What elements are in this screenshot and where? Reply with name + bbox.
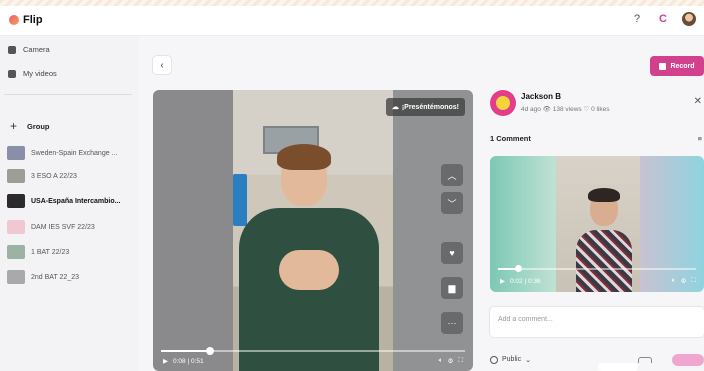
- volume-icon[interactable]: 🔈︎: [439, 357, 443, 365]
- video-progress-fill: [161, 350, 210, 352]
- group-label: 2nd BAT 22_23: [31, 273, 80, 281]
- author-info: Jackson B 4d ago 👁 138 views ♡ 0 likes ✕: [490, 90, 704, 120]
- user-avatar[interactable]: [682, 12, 696, 26]
- group-label: 3 ESO A 22/23: [31, 172, 77, 180]
- sidebar-divider: [4, 94, 132, 95]
- comments-count: 1 Comment: [490, 134, 531, 143]
- app-name: Flip: [23, 14, 43, 26]
- filter-icon[interactable]: ≡: [698, 134, 702, 143]
- comment-progress-bar[interactable]: [498, 265, 696, 272]
- like-button[interactable]: ♥: [441, 242, 463, 264]
- person-hair: [277, 144, 331, 170]
- settings-icon[interactable]: ⚙: [681, 277, 687, 285]
- add-comment-input[interactable]: [498, 316, 688, 323]
- group-label: DAM IES SVF 22/23: [31, 223, 95, 231]
- more-icon: ···: [447, 318, 457, 328]
- back-button[interactable]: ‹: [153, 56, 171, 74]
- sidebar-group-item-active[interactable]: USA-España Intercambio...: [7, 194, 137, 208]
- comment-video-controls: ▶ 0:02 | 0:36 🔈︎ ⚙ ⛶: [500, 277, 696, 285]
- globe-icon: [490, 355, 498, 364]
- visibility-select[interactable]: Public: [502, 356, 521, 363]
- close-icon[interactable]: ✕: [694, 96, 702, 107]
- group-thumbnail: [7, 245, 25, 259]
- group-thumbnail: [7, 169, 25, 183]
- comment-video[interactable]: ▶ 0:02 | 0:36 🔈︎ ⚙ ⛶: [490, 156, 704, 292]
- tag-icon: ☁: [391, 104, 399, 111]
- flip-logo-icon: [9, 15, 19, 25]
- group-header-label: Group: [27, 121, 50, 131]
- chevron-up-icon: ︿: [447, 170, 457, 181]
- video-meta: 4d ago 👁 138 views ♡ 0 likes: [521, 106, 610, 113]
- sidebar-item-my-videos[interactable]: My videos: [8, 69, 57, 78]
- more-button[interactable]: ···: [441, 312, 463, 334]
- camera-icon[interactable]: [638, 356, 652, 363]
- add-comment-box[interactable]: [490, 307, 704, 337]
- group-thumbnail: [7, 270, 25, 284]
- sidebar-group-item[interactable]: Sweden-Spain Exchange ...: [7, 146, 137, 160]
- record-label: Record: [670, 62, 695, 70]
- group-thumbnail: [7, 194, 25, 208]
- main-content: ‹ Record ☁ ¡Preséntémonos! ︿ ﹀ ♥ ▆ ··· ▶…: [139, 36, 704, 371]
- record-icon: [659, 62, 667, 70]
- group-thumbnail: [7, 146, 25, 160]
- play-icon[interactable]: ▶: [163, 357, 168, 365]
- chevron-left-icon: ‹: [160, 59, 164, 71]
- comment-progress-handle[interactable]: [514, 265, 522, 272]
- record-button[interactable]: Record: [650, 56, 704, 76]
- commenter-hair: [588, 188, 620, 202]
- comments-header: 1 Comment ≡: [490, 134, 704, 143]
- background-electrical-box: [233, 174, 247, 226]
- comment-button[interactable]: ▆: [441, 277, 463, 299]
- video-icon: [8, 69, 16, 78]
- top-icons: ? C: [630, 12, 696, 26]
- camera-icon: [8, 45, 16, 54]
- sidebar-group-item[interactable]: 1 BAT 22/23: [7, 245, 137, 259]
- sidebar-group-item[interactable]: 2nd BAT 22_23: [7, 270, 137, 284]
- flip-app: Flip ? C Camera My videos + Group Sweden…: [0, 0, 704, 371]
- sidebar-group-item[interactable]: DAM IES SVF 22/23: [7, 220, 137, 234]
- video-topic-label: ¡Preséntémonos!: [401, 103, 459, 111]
- video-topic-tag: ☁ ¡Preséntémonos!: [385, 98, 465, 116]
- chevron-down-icon[interactable]: ⌄: [525, 356, 531, 364]
- group-thumbnail: [7, 220, 25, 234]
- volume-icon[interactable]: 🔈︎: [672, 277, 676, 285]
- sidebar-item-camera[interactable]: Camera: [8, 45, 50, 54]
- sidebar-group-item[interactable]: 3 ESO A 22/23: [7, 169, 137, 183]
- heart-icon: ♥: [449, 248, 455, 258]
- settings-icon[interactable]: ⚙: [448, 357, 454, 365]
- video-progress-handle[interactable]: [205, 347, 214, 355]
- help-icon[interactable]: ?: [630, 13, 644, 25]
- video-time: 0:08 | 0:51: [173, 357, 204, 365]
- video-controls: ▶ 0:08 | 0:51 🔈︎ ⚙ ⛶: [163, 357, 463, 365]
- popup-edge: [598, 363, 638, 371]
- fullscreen-icon[interactable]: ⛶: [458, 357, 463, 365]
- group-label: USA-España Intercambio...: [31, 197, 121, 205]
- fullscreen-icon[interactable]: ⛶: [691, 277, 696, 285]
- sidebar-item-label: Camera: [23, 45, 50, 54]
- top-bar: Flip ? C: [0, 6, 704, 36]
- notifications-icon[interactable]: C: [656, 13, 670, 25]
- comment-video-time: 0:02 | 0:36: [510, 277, 541, 285]
- video-progress-bar[interactable]: [161, 347, 465, 355]
- person-hands: [279, 250, 339, 290]
- plus-icon[interactable]: +: [10, 119, 17, 133]
- comment-footer: Public ⌄: [490, 348, 704, 371]
- post-comment-button[interactable]: [672, 353, 704, 366]
- group-header[interactable]: + Group: [10, 119, 50, 133]
- sidebar: Camera My videos + Group Sweden-Spain Ex…: [0, 36, 139, 371]
- next-video-button[interactable]: ﹀: [441, 192, 463, 214]
- group-label: 1 BAT 22/23: [31, 248, 70, 256]
- video-frame: [233, 90, 393, 371]
- group-label: Sweden-Spain Exchange ...: [31, 149, 118, 157]
- play-icon[interactable]: ▶: [500, 277, 505, 285]
- details-panel: Jackson B 4d ago 👁 138 views ♡ 0 likes ✕…: [490, 90, 704, 371]
- sidebar-item-label: My videos: [23, 69, 57, 78]
- previous-video-button[interactable]: ︿: [441, 164, 463, 186]
- comment-icon: ▆: [448, 282, 456, 293]
- video-player[interactable]: ☁ ¡Preséntémonos! ︿ ﹀ ♥ ▆ ··· ▶ 0:08 | 0…: [153, 90, 473, 371]
- flip-logo[interactable]: Flip: [9, 14, 43, 26]
- author-avatar[interactable]: [490, 90, 516, 116]
- author-name[interactable]: Jackson B: [521, 92, 561, 101]
- chevron-down-icon: ﹀: [447, 198, 457, 209]
